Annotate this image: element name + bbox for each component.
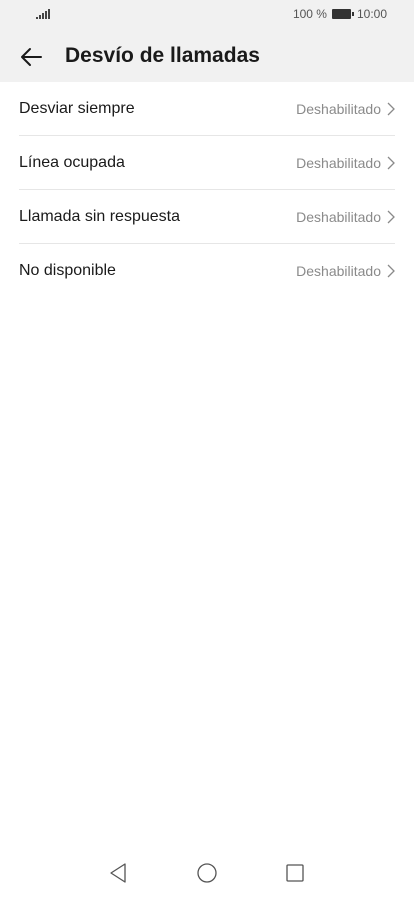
nav-back-button[interactable] bbox=[106, 861, 130, 885]
back-button[interactable] bbox=[16, 42, 46, 72]
chevron-right-icon bbox=[387, 102, 395, 115]
top-area: 100 % 10:00 Desvío de llamadas bbox=[0, 0, 414, 82]
setting-value: Deshabilitado bbox=[296, 262, 381, 279]
chevron-right-icon bbox=[387, 210, 395, 223]
page-title: Desvío de llamadas bbox=[65, 44, 260, 67]
square-recent-icon bbox=[286, 864, 304, 882]
chevron-right-icon bbox=[387, 156, 395, 169]
navigation-bar bbox=[0, 849, 414, 897]
triangle-back-icon bbox=[110, 863, 126, 883]
signal-icon bbox=[36, 9, 50, 19]
setting-value: Deshabilitado bbox=[296, 208, 381, 225]
setting-row-unavailable[interactable]: No disponible Deshabilitado bbox=[19, 244, 395, 297]
setting-label: Desviar siempre bbox=[19, 99, 135, 117]
setting-label: Llamada sin respuesta bbox=[19, 207, 180, 225]
nav-recent-button[interactable] bbox=[283, 861, 307, 885]
call-forwarding-list: Desviar siempre Deshabilitado Línea ocup… bbox=[0, 82, 414, 297]
setting-row-line-busy[interactable]: Línea ocupada Deshabilitado bbox=[19, 136, 395, 190]
circle-home-icon bbox=[197, 863, 217, 883]
setting-value: Deshabilitado bbox=[296, 100, 381, 117]
status-bar: 100 % 10:00 bbox=[0, 0, 414, 26]
setting-row-always-forward[interactable]: Desviar siempre Deshabilitado bbox=[19, 82, 395, 136]
setting-right: Deshabilitado bbox=[296, 209, 395, 225]
battery-percentage: 100 % bbox=[292, 7, 327, 21]
setting-row-no-answer[interactable]: Llamada sin respuesta Deshabilitado bbox=[19, 190, 395, 244]
setting-value: Deshabilitado bbox=[296, 154, 381, 171]
battery-icon bbox=[331, 9, 354, 19]
setting-label: Línea ocupada bbox=[19, 153, 125, 171]
setting-right: Deshabilitado bbox=[296, 263, 395, 279]
chevron-right-icon bbox=[387, 264, 395, 277]
setting-right: Deshabilitado bbox=[296, 101, 395, 117]
status-time: 10:00 bbox=[356, 7, 387, 21]
app-bar: Desvío de llamadas bbox=[0, 38, 414, 74]
status-right: 100 % 10:00 bbox=[293, 7, 387, 21]
nav-home-button[interactable] bbox=[195, 861, 219, 885]
setting-label: No disponible bbox=[19, 261, 116, 279]
arrow-left-icon bbox=[21, 48, 42, 66]
setting-right: Deshabilitado bbox=[296, 155, 395, 171]
